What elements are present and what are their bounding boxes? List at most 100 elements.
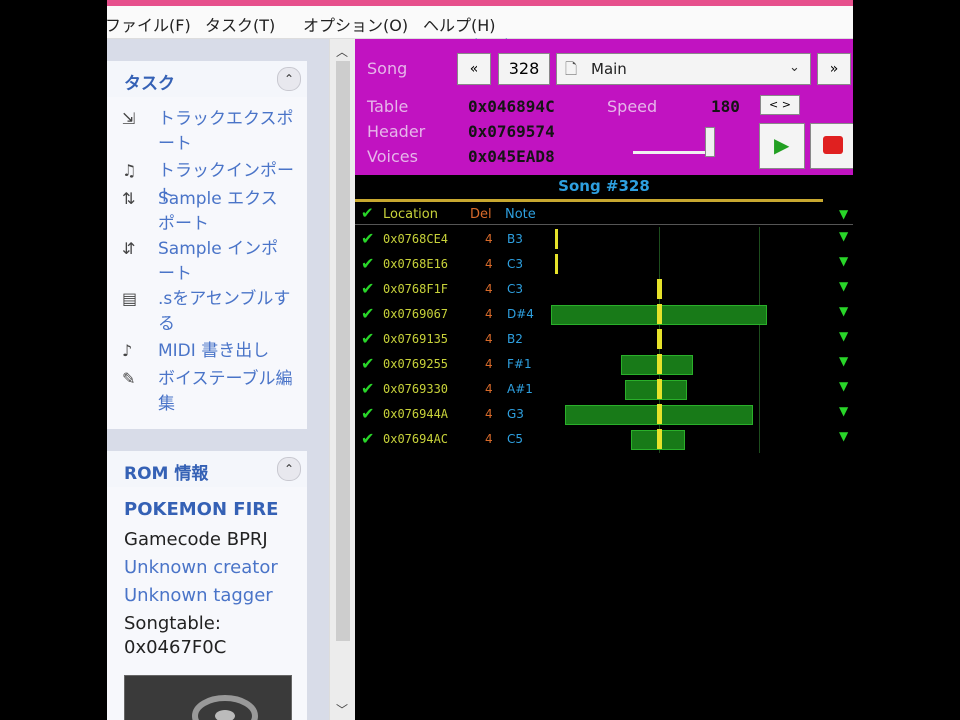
note-cursor [657, 304, 662, 324]
collapse-tasks-button[interactable]: ⌃ [277, 67, 301, 91]
next-song-button[interactable]: » [817, 53, 851, 85]
tasks-panel: ⇲ トラックエクスポート ♫ トラックインポート ⇅ Sample エクスポート… [107, 97, 307, 429]
sidebar: タスク ⌃ ⇲ トラックエクスポート ♫ トラックインポート ⇅ Sample … [107, 39, 329, 720]
stop-button[interactable] [810, 123, 853, 169]
note-cursor [657, 354, 662, 374]
midi-export-icon: ♪ [122, 341, 133, 360]
rom-creator-link[interactable]: Unknown creator [124, 557, 278, 578]
track-arrow-icon[interactable]: ▼ [839, 354, 848, 368]
track-arrow-icon[interactable]: ▼ [839, 304, 848, 318]
speed-value: 180 [711, 97, 740, 116]
sidebar-scrollbar[interactable]: ︿ ﹀ [329, 39, 356, 720]
track-arrow-icon[interactable]: ▼ [839, 279, 848, 293]
track-arrow-icon[interactable]: ▼ [839, 404, 848, 418]
rom-tagger-link[interactable]: Unknown tagger [124, 585, 273, 606]
track-location: 0x0768CE4 [383, 232, 449, 246]
song-select-value: Main [591, 60, 627, 78]
track-del: 4 [485, 382, 493, 396]
song-number-input[interactable]: 328 [498, 53, 550, 85]
speed-stepper[interactable]: < > [760, 95, 800, 115]
track-arrow-icon[interactable]: ▼ [839, 329, 848, 343]
track-note: B2 [507, 332, 523, 346]
track-arrow-icon[interactable]: ▼ [839, 229, 848, 243]
track-location: 0x076944A [383, 407, 449, 421]
select-all-check-icon[interactable]: ✔ [361, 204, 374, 222]
track-row[interactable]: ✔ 0x0768E16 4 C3 ▼ [355, 252, 853, 277]
track-enable-check-icon[interactable]: ✔ [361, 254, 374, 273]
rom-name: POKEMON FIRE [124, 499, 279, 520]
play-button[interactable]: ▶ [759, 123, 805, 169]
track-del: 4 [485, 432, 493, 446]
track-enable-check-icon[interactable]: ✔ [361, 304, 374, 323]
track-row[interactable]: ✔ 0x0768CE4 4 B3 ▼ [355, 227, 853, 252]
table-value: 0x046894C [468, 97, 555, 116]
assemble-icon: ▤ [122, 289, 138, 308]
note-cursor [657, 279, 662, 299]
menu-task[interactable]: タスク(T) [205, 12, 275, 36]
track-arrow-icon[interactable]: ▼ [839, 429, 848, 443]
note-cursor [657, 404, 662, 424]
task-label: Sample インポート [158, 239, 279, 284]
voice-table-icon: ✎ [122, 369, 136, 388]
track-row[interactable]: ✔ 0x0769330 4 A#1 ▼ [355, 377, 853, 402]
track-row[interactable]: ✔ 0x07694AC 4 C5 ▼ [355, 427, 853, 452]
scroll-up-icon[interactable]: ︿ [336, 43, 348, 60]
menu-help[interactable]: ヘルプ(H) [423, 12, 496, 36]
note-cursor [555, 254, 558, 274]
volume-slider[interactable] [633, 151, 711, 154]
menu-options[interactable]: オプション(O) [303, 12, 408, 36]
song-progress-line [355, 199, 823, 202]
task-label: .sをアセンブルする [158, 289, 291, 334]
track-enable-check-icon[interactable]: ✔ [361, 354, 374, 373]
header-divider [355, 224, 853, 225]
menu-file[interactable]: ファイル(F) [107, 12, 191, 36]
track-note: F#1 [507, 357, 532, 371]
collapse-rom-button[interactable]: ⌃ [277, 457, 301, 481]
app-window: ファイル(F) タスク(T) オプション(O) ヘルプ(H) www.gamep… [107, 0, 853, 720]
rom-panel-header[interactable]: ROM 情報 ⌃ [107, 451, 307, 487]
tasks-panel-header[interactable]: タスク ⌃ [107, 61, 307, 97]
track-arrow-icon[interactable]: ▼ [839, 254, 848, 268]
track-del: 4 [485, 257, 493, 271]
player-panel: Song « 328 🗋 Main ⌄ » Table 0x046894C Sp… [355, 39, 853, 720]
rom-panel-title: ROM 情報 [124, 464, 209, 484]
track-enable-check-icon[interactable]: ✔ [361, 329, 374, 348]
sample-export-icon: ⇅ [122, 189, 136, 208]
scroll-down-icon[interactable]: ﹀ [336, 701, 348, 718]
table-label: Table [367, 97, 409, 116]
scrollbar-thumb[interactable] [336, 61, 350, 641]
voices-value: 0x045EAD8 [468, 147, 555, 166]
track-note: B3 [507, 232, 523, 246]
track-del: 4 [485, 307, 493, 321]
track-location: 0x0769067 [383, 307, 449, 321]
track-enable-check-icon[interactable]: ✔ [361, 229, 374, 248]
volume-slider-handle[interactable] [705, 127, 715, 157]
track-row[interactable]: ✔ 0x0768F1F 4 C3 ▼ [355, 277, 853, 302]
track-note: C3 [507, 257, 524, 271]
voices-label: Voices [367, 147, 418, 166]
track-location: 0x0768E16 [383, 257, 449, 271]
speed-label: Speed [607, 97, 658, 116]
track-enable-check-icon[interactable]: ✔ [361, 429, 374, 448]
rom-songtable-label: Songtable: [124, 613, 221, 634]
track-location: 0x07694AC [383, 432, 449, 446]
col-del: Del [470, 207, 492, 222]
song-select[interactable]: 🗋 Main ⌄ [556, 53, 811, 85]
track-location: 0x0769330 [383, 382, 449, 396]
track-row[interactable]: ✔ 0x0769135 4 B2 ▼ [355, 327, 853, 352]
track-note: C3 [507, 282, 524, 296]
prev-song-button[interactable]: « [457, 53, 491, 85]
track-import-icon: ♫ [122, 161, 137, 180]
track-arrow-icon[interactable]: ▼ [839, 379, 848, 393]
note-cursor [657, 429, 662, 449]
chevron-down-icon: ⌄ [789, 60, 800, 75]
track-enable-check-icon[interactable]: ✔ [361, 279, 374, 298]
player-controls: Song « 328 🗋 Main ⌄ » Table 0x046894C Sp… [355, 39, 853, 175]
track-row[interactable]: ✔ 0x076944A 4 G3 ▼ [355, 402, 853, 427]
track-enable-check-icon[interactable]: ✔ [361, 404, 374, 423]
track-row[interactable]: ✔ 0x0769255 4 F#1 ▼ [355, 352, 853, 377]
track-row[interactable]: ✔ 0x0769067 4 D#4 ▼ [355, 302, 853, 327]
track-enable-check-icon[interactable]: ✔ [361, 379, 374, 398]
document-icon: 🗋 [565, 60, 578, 78]
track-location: 0x0769255 [383, 357, 449, 371]
